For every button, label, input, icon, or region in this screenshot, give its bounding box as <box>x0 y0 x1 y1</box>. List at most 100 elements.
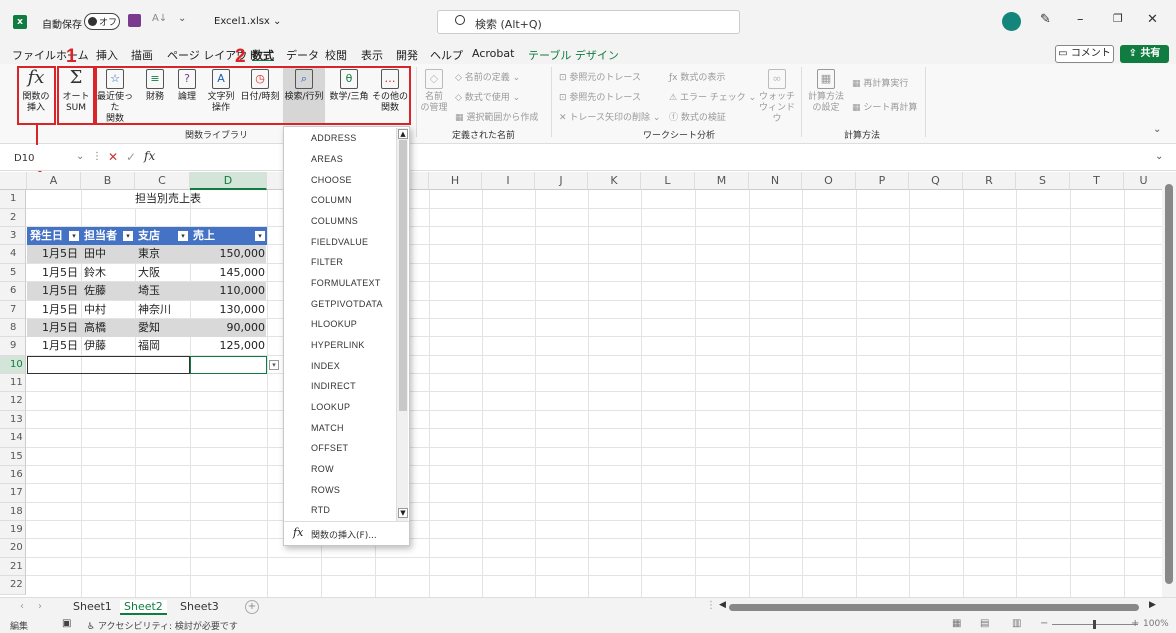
row-header-selected[interactable]: 10 <box>0 356 26 374</box>
function-menu-item[interactable]: CHOOSE <box>311 175 352 185</box>
row-header[interactable]: 20 <box>0 539 26 558</box>
table-cell[interactable]: 伊藤 <box>84 337 106 355</box>
row-header[interactable]: 14 <box>0 429 26 448</box>
calculation-options-button[interactable]: ▦ 計算方法 の設定 <box>806 69 846 114</box>
filter-dropdown-icon[interactable]: ▾ <box>123 231 133 241</box>
pen-icon[interactable]: ✎ <box>1040 12 1051 27</box>
vertical-scroll-thumb[interactable] <box>1165 184 1173 584</box>
column-header[interactable]: R <box>963 172 1016 190</box>
lookup-functions-dropdown[interactable]: ADDRESS AREAS CHOOSE COLUMN COLUMNS FIEL… <box>283 126 410 546</box>
row-header[interactable]: 3 <box>0 227 26 245</box>
tab-acrobat[interactable]: Acrobat <box>472 47 514 60</box>
row-header[interactable]: 12 <box>0 392 26 411</box>
row-header[interactable]: 1 <box>0 190 26 209</box>
row-header[interactable]: 18 <box>0 503 26 521</box>
function-menu-item[interactable]: FORMULATEXT <box>311 278 381 288</box>
zoom-level[interactable]: 100% <box>1143 619 1169 629</box>
table-cell[interactable]: 大阪 <box>138 264 160 282</box>
table-cell[interactable]: 1月5日 <box>27 337 78 355</box>
row-header[interactable]: 9 <box>0 337 26 356</box>
table-cell[interactable]: 佐藤 <box>84 282 106 300</box>
column-header[interactable]: B <box>81 172 135 190</box>
trace-dependents-button[interactable]: ⊡ 参照先のトレース <box>559 90 641 103</box>
table-cell[interactable]: 愛知 <box>138 319 160 337</box>
tab-split-icon[interactable]: ⋮ <box>706 600 716 611</box>
column-header[interactable]: O <box>802 172 856 190</box>
table-cell[interactable]: 1月5日 <box>27 245 78 263</box>
table-cell[interactable]: 150,000 <box>190 245 266 263</box>
tab-table-design[interactable]: テーブル デザイン <box>528 47 619 63</box>
row-header[interactable]: 11 <box>0 374 26 392</box>
insert-function-menu-item[interactable]: fx 関数の挿入(F)... <box>284 521 409 545</box>
table-cell[interactable]: 田中 <box>84 245 106 263</box>
tab-file[interactable]: ファイル <box>12 47 56 63</box>
table-cell[interactable]: 鈴木 <box>84 264 106 282</box>
column-header[interactable]: C <box>135 172 190 190</box>
column-header[interactable]: T <box>1070 172 1124 190</box>
function-menu-item[interactable]: ADDRESS <box>311 133 357 143</box>
column-header[interactable]: P <box>856 172 909 190</box>
tab-draw[interactable]: 描画 <box>131 47 153 63</box>
tab-help[interactable]: ヘルプ <box>430 47 463 63</box>
zoom-slider-thumb[interactable] <box>1093 620 1096 629</box>
name-box-dropdown-icon[interactable]: ⌄ <box>76 151 84 162</box>
table-cell[interactable]: 145,000 <box>190 264 266 282</box>
scroll-up-icon[interactable]: ▲ <box>398 129 408 139</box>
table-cell[interactable]: 1月5日 <box>27 282 78 300</box>
comment-button[interactable]: ▭ コメント <box>1055 45 1114 63</box>
column-header[interactable]: S <box>1016 172 1070 190</box>
function-menu-item[interactable]: FILTER <box>311 257 343 267</box>
dropdown-scroll-thumb[interactable] <box>399 140 407 411</box>
tab-view[interactable]: 表示 <box>361 47 383 63</box>
avatar[interactable] <box>1002 12 1021 31</box>
expand-formula-bar-icon[interactable]: ⌄ <box>1155 151 1163 162</box>
function-menu-item[interactable]: HYPERLINK <box>311 340 365 350</box>
table-cell[interactable]: 110,000 <box>190 282 266 300</box>
sheet-title[interactable]: 担当別売上表 <box>135 190 201 208</box>
page-layout-view-icon[interactable]: ▤ <box>980 618 989 629</box>
remove-arrows-button[interactable]: ✕ トレース矢印の削除 ⌄ <box>559 110 660 123</box>
horizontal-scroll-thumb[interactable] <box>729 604 1139 611</box>
row-header[interactable]: 4 <box>0 245 26 264</box>
name-box[interactable]: D10 <box>10 150 80 168</box>
row-header[interactable]: 6 <box>0 282 26 301</box>
minimize-icon[interactable]: – <box>1077 12 1084 27</box>
filter-dropdown-icon[interactable]: ▾ <box>178 231 188 241</box>
row-header[interactable]: 17 <box>0 484 26 503</box>
table-header[interactable]: 支店 ▾ <box>135 227 190 245</box>
error-checking-button[interactable]: ⚠ エラー チェック ⌄ <box>669 90 756 103</box>
macro-record-icon[interactable]: ▣ <box>62 618 71 629</box>
add-sheet-icon[interactable]: + <box>245 600 259 614</box>
scroll-right-icon[interactable]: ▶ <box>1149 600 1156 610</box>
table-cell[interactable]: 東京 <box>138 245 160 263</box>
search-box[interactable]: 検索 (Alt+Q) <box>437 10 740 34</box>
table-cell[interactable]: 130,000 <box>190 301 266 319</box>
accessibility-status[interactable]: ♿ アクセシビリティ: 検討が必要です <box>87 619 238 632</box>
table-header[interactable]: 担当者 ▾ <box>81 227 135 245</box>
select-all-corner[interactable] <box>0 172 27 190</box>
autocomplete-dropdown-icon[interactable]: ▾ <box>269 360 279 370</box>
tab-data[interactable]: データ <box>286 47 319 63</box>
row-header[interactable]: 19 <box>0 521 26 539</box>
function-menu-item[interactable]: LOOKUP <box>311 402 350 412</box>
qat-more-icon[interactable]: ⌄ <box>178 13 186 24</box>
row-header[interactable]: 16 <box>0 466 26 484</box>
row-header[interactable]: 7 <box>0 301 26 319</box>
calculate-now-button[interactable]: ▦ 再計算実行 <box>852 76 908 89</box>
function-menu-item[interactable]: OFFSET <box>311 443 348 453</box>
function-menu-item[interactable]: FIELDVALUE <box>311 237 368 247</box>
filter-dropdown-icon[interactable]: ▾ <box>255 231 265 241</box>
function-menu-item[interactable]: MATCH <box>311 423 344 433</box>
column-header[interactable]: I <box>482 172 535 190</box>
row-header[interactable]: 15 <box>0 448 26 466</box>
page-break-view-icon[interactable]: ▥ <box>1012 618 1021 629</box>
function-menu-item[interactable]: COLUMN <box>311 195 352 205</box>
tab-developer[interactable]: 開発 <box>396 47 418 63</box>
function-menu-item[interactable]: HLOOKUP <box>311 319 357 329</box>
file-name[interactable]: Excel1.xlsx ⌄ <box>214 16 281 27</box>
column-header[interactable]: Q <box>909 172 963 190</box>
name-manager-button[interactable]: ◇ 名前 の管理 <box>420 69 448 114</box>
column-header-selected[interactable]: D <box>190 172 267 190</box>
ribbon-collapse-icon[interactable]: ⌄ <box>1153 124 1161 135</box>
worksheet-grid[interactable]: A B C D E F G H I J K L M N O P Q R S T … <box>0 172 1164 597</box>
